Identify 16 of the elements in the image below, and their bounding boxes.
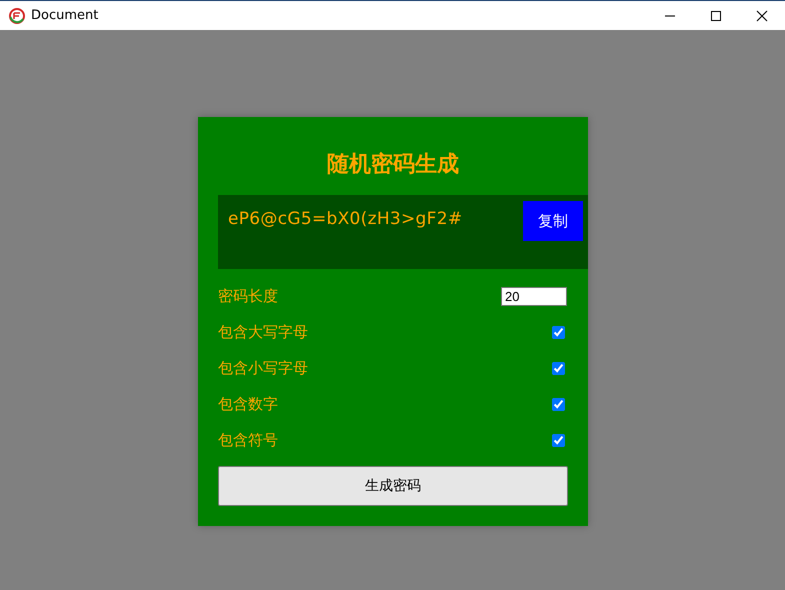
option-label: 包含数字 [218, 394, 278, 414]
option-label: 包含符号 [218, 430, 278, 450]
option-label: 包含小写字母 [218, 358, 308, 378]
option-label: 包含大写字母 [218, 322, 308, 342]
generate-button[interactable]: 生成密码 [218, 466, 568, 506]
option-label: 密码长度 [218, 286, 278, 306]
password-text: eP6@cG5=bX0(zH3>gF2# [228, 209, 462, 229]
length-field[interactable]: 20 [501, 286, 567, 306]
window-title: Document [31, 8, 100, 23]
option-checkbox[interactable] [552, 362, 565, 374]
option-checkbox[interactable] [552, 434, 565, 446]
app-logo-icon [9, 8, 25, 24]
option-checkbox[interactable] [552, 326, 565, 338]
copy-button[interactable]: 复制 [523, 201, 583, 241]
card-title: 随机密码生成 [326, 151, 460, 179]
option-checkbox[interactable] [552, 398, 565, 410]
